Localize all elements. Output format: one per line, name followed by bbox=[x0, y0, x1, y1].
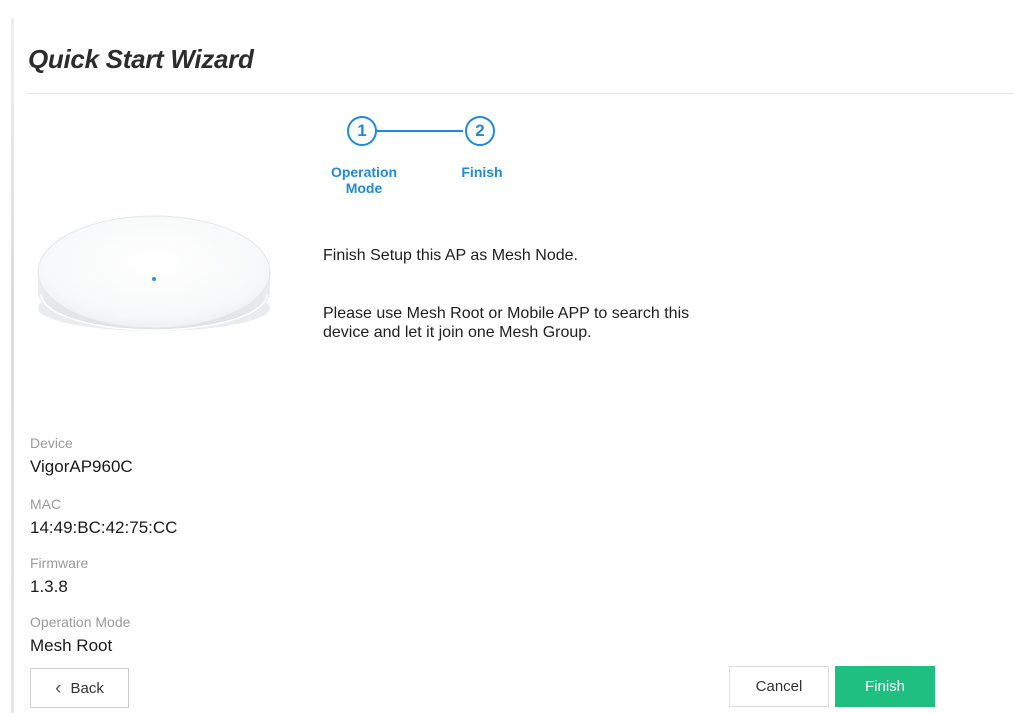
operation-mode-value: Mesh Root bbox=[30, 636, 113, 655]
device-label: Device bbox=[30, 435, 73, 451]
operation-mode-label: Operation Mode bbox=[30, 614, 131, 630]
firmware-value: 1.3.8 bbox=[30, 577, 68, 596]
page-title: Quick Start Wizard bbox=[28, 44, 254, 74]
finish-button[interactable]: Finish bbox=[835, 666, 935, 707]
step-1-label-line2: Mode bbox=[345, 180, 383, 196]
finish-message: Finish Setup this AP as Mesh Node. bbox=[323, 247, 578, 264]
step-1-indicator: 1 bbox=[347, 116, 377, 146]
title-divider bbox=[28, 93, 1014, 94]
access-point-device-image bbox=[37, 215, 271, 331]
firmware-label: Firmware bbox=[30, 555, 89, 571]
instructions-line-2: device and let it join one Mesh Group. bbox=[323, 324, 592, 341]
instructions-line-1: Please use Mesh Root or Mobile APP to se… bbox=[323, 305, 690, 322]
step-1-label-line1: Operation bbox=[330, 164, 398, 180]
step-2-label: Finish bbox=[461, 164, 503, 180]
quick-start-wizard-page: Quick Start Wizard 1 2 Operation Mode Fi… bbox=[0, 0, 1014, 713]
device-value: VigorAP960C bbox=[30, 457, 133, 476]
cancel-button[interactable]: Cancel bbox=[729, 666, 829, 707]
chevron-left-icon: ‹ bbox=[55, 677, 62, 699]
back-button-label: Back bbox=[70, 679, 104, 697]
back-button[interactable]: ‹ Back bbox=[30, 668, 129, 708]
left-edge-shadow bbox=[11, 18, 14, 713]
mac-value: 14:49:BC:42:75:CC bbox=[30, 518, 178, 537]
mac-label: MAC bbox=[30, 496, 62, 512]
step-1-label: Operation Mode bbox=[321, 164, 407, 196]
step-2-indicator: 2 bbox=[465, 116, 495, 146]
step-connector-line bbox=[377, 130, 463, 132]
